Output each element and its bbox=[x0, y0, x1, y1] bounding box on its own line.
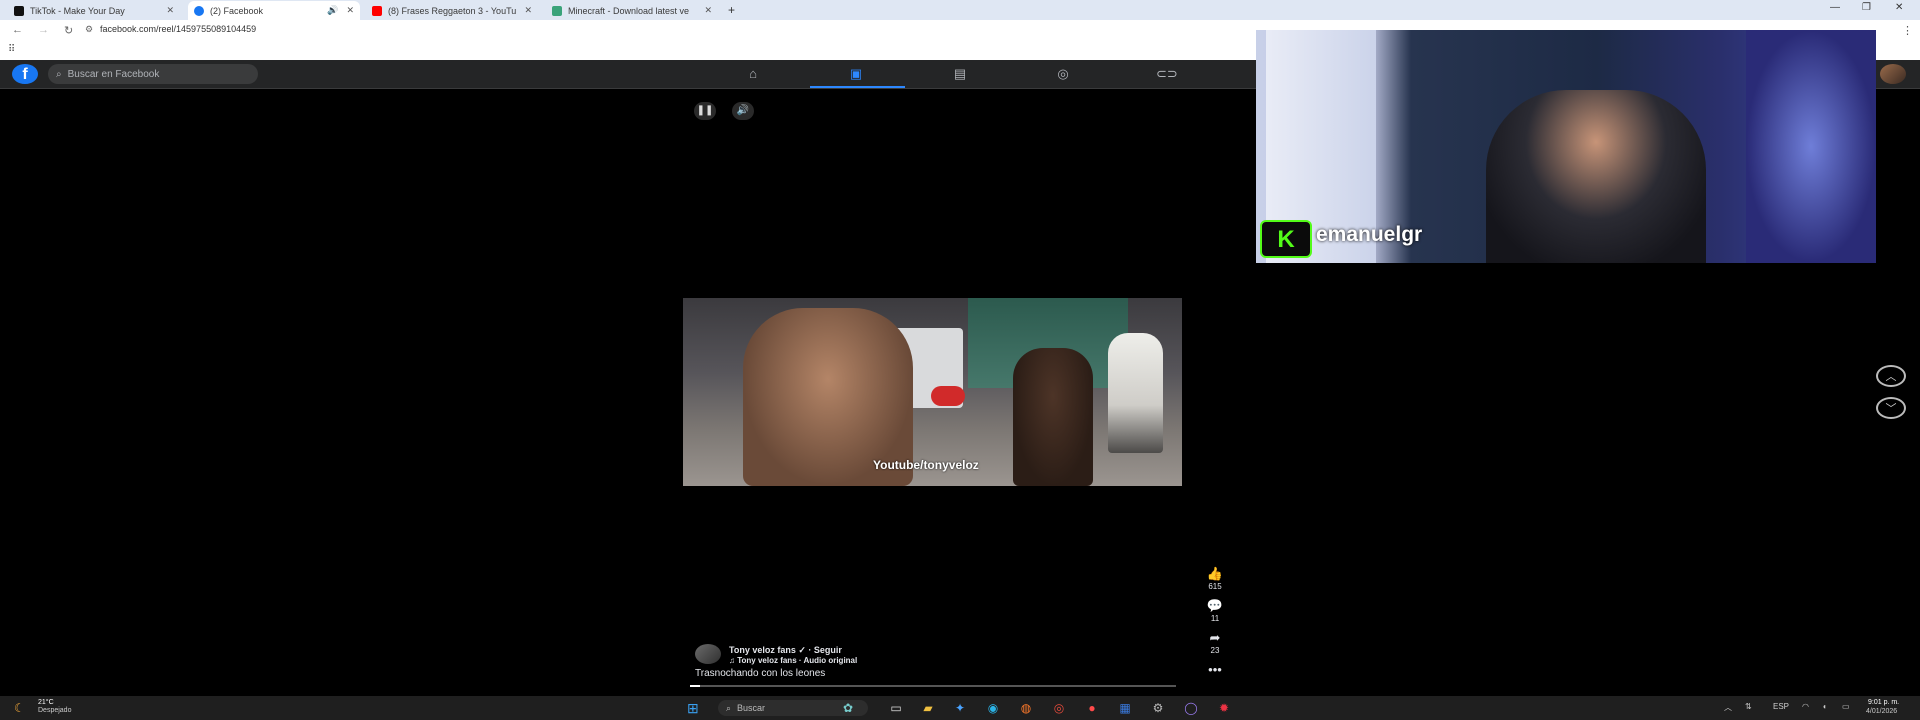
close-window-icon[interactable]: ✕ bbox=[1895, 2, 1903, 13]
start-button[interactable]: ⊞ bbox=[687, 700, 699, 717]
tab-title: (8) Frases Reggaeton 3 - YouTu bbox=[388, 5, 517, 16]
tab-title: TikTok - Make Your Day bbox=[30, 5, 125, 16]
webcam-streamer bbox=[1486, 90, 1706, 263]
more-options-icon[interactable]: ••• bbox=[1203, 662, 1227, 677]
reel-video[interactable]: Youtube/tonyveloz bbox=[683, 298, 1182, 486]
gear-icon[interactable]: ⚙ bbox=[1150, 700, 1166, 716]
close-tab-icon[interactable]: ✕ bbox=[166, 5, 174, 16]
volume-icon[interactable]: ◖ bbox=[1822, 702, 1827, 711]
close-tab-icon[interactable]: ✕ bbox=[346, 5, 354, 16]
facebook-icon bbox=[194, 5, 204, 16]
search-icon: ⌕ bbox=[726, 702, 732, 713]
site-info-icon[interactable]: ⚙ bbox=[85, 24, 93, 35]
next-reel-button[interactable]: ﹀ bbox=[1876, 397, 1906, 419]
chrome-icon[interactable]: ◎ bbox=[1051, 700, 1067, 716]
video-scene-boxer-right bbox=[1013, 348, 1093, 486]
audio-label[interactable]: ♫ Tony veloz fans · Audio original bbox=[729, 656, 857, 665]
network-icon[interactable]: ⇅ bbox=[1745, 702, 1752, 711]
tab-tiktok[interactable]: TikTok - Make Your Day ✕ bbox=[8, 1, 180, 20]
search-icon: ⌕ bbox=[56, 68, 62, 80]
comment-count: 11 bbox=[1210, 614, 1220, 623]
video-progress-bar[interactable] bbox=[690, 685, 1176, 687]
clock-time[interactable]: 9:01 p. m. bbox=[1868, 699, 1899, 706]
weather-temperature: 21°C bbox=[38, 699, 54, 706]
gaming-icon[interactable]: ⊂⊃ bbox=[1156, 66, 1178, 82]
url-field[interactable]: facebook.com/reel/1459755089104459 bbox=[100, 24, 256, 34]
webcam-wall-art bbox=[1746, 30, 1876, 263]
more-menu-icon[interactable]: ⋮ bbox=[1902, 24, 1913, 37]
like-count: 615 bbox=[1208, 582, 1222, 591]
edge-icon[interactable]: ◉ bbox=[985, 700, 1001, 716]
pause-button[interactable]: ❚❚ bbox=[694, 102, 716, 120]
tab-title: Minecraft - Download latest ve bbox=[568, 5, 690, 16]
file-explorer-icon[interactable]: ▰ bbox=[920, 700, 936, 716]
youtube-icon bbox=[372, 5, 382, 16]
apps-grid-icon[interactable]: ⠿ bbox=[8, 44, 15, 55]
clock-date[interactable]: 4/01/2026 bbox=[1866, 708, 1897, 715]
maximize-icon[interactable]: ❐ bbox=[1862, 2, 1871, 13]
weather-moon-icon[interactable]: ☾ bbox=[14, 701, 25, 715]
tab-title: (2) Facebook bbox=[210, 5, 264, 16]
forward-icon[interactable]: → bbox=[38, 24, 49, 36]
tab-minecraft[interactable]: Minecraft - Download latest ve ✕ bbox=[546, 1, 718, 20]
new-tab-button[interactable]: + bbox=[728, 3, 735, 17]
facebook-logo[interactable]: f bbox=[12, 64, 38, 84]
share-count: 23 bbox=[1210, 646, 1220, 655]
close-tab-icon[interactable]: ✕ bbox=[704, 5, 712, 16]
comment-icon[interactable]: 💬 bbox=[1203, 598, 1227, 614]
wifi-icon[interactable]: ◠ bbox=[1802, 702, 1809, 711]
language-indicator[interactable]: ESP bbox=[1773, 702, 1789, 711]
close-tab-icon[interactable]: ✕ bbox=[524, 5, 532, 16]
streamer-name: emanuelgr bbox=[1316, 223, 1423, 246]
previous-reel-button[interactable]: ︿ bbox=[1876, 365, 1906, 387]
game-app-icon[interactable]: ✹ bbox=[1216, 700, 1232, 716]
taskbar-search-placeholder: Buscar bbox=[737, 703, 766, 713]
reload-icon[interactable]: ↻ bbox=[64, 24, 73, 37]
copilot-icon[interactable]: ✦ bbox=[952, 700, 968, 716]
tab-youtube[interactable]: (8) Frases Reggaeton 3 - YouTu ✕ bbox=[366, 1, 538, 20]
task-view-icon[interactable]: ▭ bbox=[888, 700, 904, 716]
share-icon[interactable]: ➦ bbox=[1203, 630, 1227, 646]
settings-app-icon[interactable]: ▦ bbox=[1117, 700, 1133, 716]
like-icon[interactable]: 👍 bbox=[1203, 566, 1227, 582]
video-scene-glove bbox=[931, 386, 965, 406]
kick-logo: K bbox=[1260, 220, 1312, 258]
home-icon[interactable]: ⌂ bbox=[743, 66, 763, 82]
video-watermark: Youtube/tonyveloz bbox=[873, 458, 979, 472]
recorder-icon[interactable]: ● bbox=[1084, 700, 1100, 716]
obs-icon[interactable]: ◯ bbox=[1183, 700, 1199, 716]
search-placeholder: Buscar en Facebook bbox=[67, 68, 160, 80]
reels-icon[interactable]: ▣ bbox=[846, 66, 866, 82]
author-name[interactable]: Tony veloz fans ✓ · Seguir bbox=[729, 645, 842, 656]
battery-icon[interactable]: ▭ bbox=[1842, 702, 1850, 711]
facebook-search-input[interactable]: ⌕ Buscar en Facebook bbox=[48, 64, 258, 84]
video-progress-fill bbox=[690, 685, 700, 687]
firefox-icon[interactable]: ◍ bbox=[1018, 700, 1034, 716]
streamer-webcam-overlay: K emanuelgr bbox=[1256, 30, 1876, 263]
tiktok-icon bbox=[14, 5, 24, 16]
account-avatar[interactable] bbox=[1880, 64, 1906, 84]
active-nav-indicator bbox=[810, 86, 905, 88]
minimize-icon[interactable]: — bbox=[1830, 2, 1840, 13]
marketplace-icon[interactable]: ▤ bbox=[950, 66, 970, 82]
widgets-icon[interactable]: ✿ bbox=[840, 700, 856, 716]
tray-chevron-icon[interactable]: ︿ bbox=[1724, 702, 1732, 713]
back-icon[interactable]: ← bbox=[12, 24, 23, 36]
video-scene-bystander bbox=[1108, 333, 1163, 453]
author-avatar[interactable] bbox=[695, 644, 721, 664]
groups-icon[interactable]: ◎ bbox=[1053, 66, 1073, 82]
minecraft-icon bbox=[552, 5, 562, 16]
volume-button[interactable]: 🔊 bbox=[732, 102, 754, 120]
tab-facebook[interactable]: (2) Facebook 🔊 ✕ bbox=[188, 1, 360, 20]
reel-caption: Trasnochando con los leones bbox=[695, 668, 826, 679]
weather-description: Despejado bbox=[38, 707, 72, 714]
speaker-icon[interactable]: 🔊 bbox=[327, 5, 338, 16]
